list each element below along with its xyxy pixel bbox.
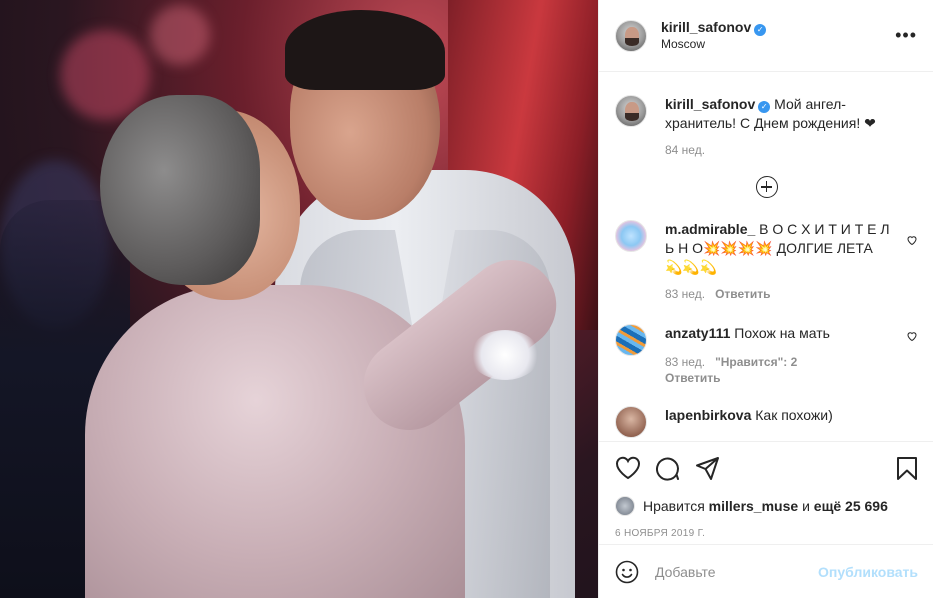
comment: lapenbirkova Как похожи) [615, 406, 918, 438]
post-actions: Нравится millers_muse и ещё 25 696 6 НОЯ… [599, 441, 933, 539]
comment-input[interactable] [655, 563, 815, 580]
smiley-icon[interactable] [615, 560, 639, 584]
liker-username[interactable]: millers_muse [709, 498, 799, 514]
add-comment-bar: Опубликовать [599, 544, 933, 598]
verified-badge-icon: ✓ [754, 23, 767, 36]
more-options-icon[interactable]: ••• [895, 26, 917, 44]
publish-button[interactable]: Опубликовать [818, 564, 918, 580]
verified-badge-icon: ✓ [758, 101, 771, 113]
author-avatar[interactable] [615, 19, 647, 52]
caption-meta: 84 нед. [665, 142, 893, 158]
comment-body: m.admirable_ В О С Х И Т И Т Е Л Ь Н О💥💥… [665, 220, 893, 302]
likes-count[interactable]: ещё 25 696 [814, 498, 888, 514]
comment-like-heart-icon[interactable] [906, 234, 918, 246]
comment-like-count[interactable]: "Нравится": 2 [715, 355, 797, 369]
liker-avatar[interactable] [615, 496, 635, 516]
post-date[interactable]: 6 НОЯБРЯ 2019 Г. [615, 528, 918, 539]
liked-by: Нравится millers_muse и ещё 25 696 [615, 496, 918, 516]
comment: anzaty111 Похож на мать 83 нед. "Нравится… [615, 324, 918, 386]
comment-time[interactable]: 83 нед. [665, 355, 705, 369]
photo-bokeh [60, 30, 150, 120]
comment-username[interactable]: m.admirable_ [665, 221, 755, 237]
caption-author-avatar[interactable] [615, 95, 647, 127]
author-username[interactable]: kirill_safonov [661, 19, 751, 35]
comment-meta: 83 нед. Ответить [665, 286, 893, 302]
commenter-avatar[interactable] [615, 406, 647, 438]
comment-text: Как похожи) [755, 407, 833, 423]
instagram-post: kirill_safonov ✓ Moscow ••• kirill_safono… [0, 0, 933, 598]
post-location[interactable]: Moscow [661, 36, 766, 53]
heart-icon[interactable] [615, 456, 641, 480]
photo-bokeh [150, 5, 210, 65]
caption-body: kirill_safonov ✓ Мой ангел-хранитель! С Д… [665, 95, 893, 158]
caption: kirill_safonov ✓ Мой ангел-хранитель! С Д… [615, 73, 918, 158]
paper-plane-icon[interactable] [695, 456, 720, 481]
comment-text: Похож на мать [734, 325, 830, 341]
likes-prefix: Нравится [643, 498, 705, 514]
commenter-avatar[interactable] [615, 324, 647, 356]
reply-button[interactable]: Ответить [715, 287, 770, 301]
caption-time[interactable]: 84 нед. [665, 143, 705, 157]
plus-circle-icon[interactable] [755, 176, 778, 198]
photo-woman-hair [100, 95, 260, 285]
bookmark-icon[interactable] [896, 456, 918, 481]
likes-conjunction: и [802, 498, 810, 514]
comment-meta: 83 нед. "Нравится": 2 Ответить [665, 354, 893, 386]
post-header: kirill_safonov ✓ Moscow ••• [599, 0, 933, 72]
comment-body: anzaty111 Похож на мать 83 нед. "Нравится… [665, 324, 893, 386]
photo-corsage [470, 330, 540, 380]
post-side-panel: kirill_safonov ✓ Moscow ••• kirill_safono… [598, 0, 933, 598]
comment-icon[interactable] [655, 456, 680, 481]
author-info: kirill_safonov ✓ Moscow [661, 19, 767, 53]
avatar-beard [625, 37, 639, 46]
commenter-avatar[interactable] [615, 220, 647, 252]
caption-username[interactable]: kirill_safonov [665, 96, 755, 112]
comment: m.admirable_ В О С Х И Т И Т Е Л Ь Н О💥💥… [615, 220, 918, 302]
comments-list[interactable]: kirill_safonov ✓ Мой ангел-хранитель! С Д… [599, 73, 933, 441]
comment-like-heart-icon[interactable] [906, 330, 918, 342]
reply-button[interactable]: Ответить [665, 371, 720, 385]
comment-username[interactable]: anzaty111 [665, 325, 730, 341]
comment-body: lapenbirkova Как похожи) [665, 406, 893, 438]
avatar-beard [625, 113, 639, 121]
photo-man-hair [285, 10, 445, 90]
comment-time[interactable]: 83 нед. [665, 287, 705, 301]
comment-username[interactable]: lapenbirkova [665, 407, 751, 423]
action-icons [615, 456, 918, 482]
post-photo[interactable] [0, 0, 598, 598]
